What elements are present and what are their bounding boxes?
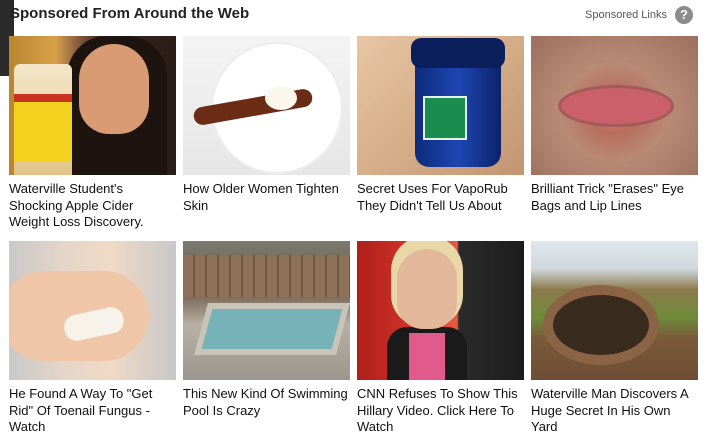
sponsored-card[interactable]: He Found A Way To "Get Rid" Of Toenail F…	[9, 241, 176, 436]
thumbnail-image[interactable]	[357, 241, 524, 380]
card-caption[interactable]: This New Kind Of Swimming Pool Is Crazy	[183, 386, 350, 419]
thumbnail-image[interactable]	[183, 241, 350, 380]
sponsored-card[interactable]: Waterville Man Discovers A Huge Secret I…	[531, 241, 698, 436]
sponsored-card[interactable]: Secret Uses For VapoRub They Didn't Tell…	[357, 36, 524, 214]
sponsored-links-link[interactable]: Sponsored Links	[585, 9, 667, 21]
card-caption[interactable]: Waterville Man Discovers A Huge Secret I…	[531, 386, 698, 436]
card-caption[interactable]: He Found A Way To "Get Rid" Of Toenail F…	[9, 386, 176, 436]
thumbnail-image[interactable]	[531, 36, 698, 175]
card-caption[interactable]: Waterville Student's Shocking Apple Cide…	[9, 181, 176, 231]
thumbnail-image[interactable]	[357, 36, 524, 175]
thumbnail-image[interactable]	[183, 36, 350, 175]
sponsored-card[interactable]: CNN Refuses To Show This Hillary Video. …	[357, 241, 524, 436]
header-right: Sponsored Links ?	[585, 5, 693, 25]
thumbnail-image[interactable]	[531, 241, 698, 380]
help-icon[interactable]: ?	[675, 6, 693, 24]
card-caption[interactable]: Secret Uses For VapoRub They Didn't Tell…	[357, 181, 524, 214]
sponsored-card[interactable]: This New Kind Of Swimming Pool Is Crazy	[183, 241, 350, 419]
widget-title: Sponsored From Around the Web	[10, 5, 250, 22]
card-caption[interactable]: How Older Women Tighten Skin	[183, 181, 350, 214]
sponsored-card[interactable]: How Older Women Tighten Skin	[183, 36, 350, 214]
thumbnail-image[interactable]	[9, 241, 176, 380]
sponsored-card[interactable]: Brilliant Trick "Erases" Eye Bags and Li…	[531, 36, 698, 214]
card-caption[interactable]: CNN Refuses To Show This Hillary Video. …	[357, 386, 524, 436]
widget-header: Sponsored From Around the Web Sponsored …	[10, 5, 693, 25]
card-caption[interactable]: Brilliant Trick "Erases" Eye Bags and Li…	[531, 181, 698, 214]
sponsored-card[interactable]: Waterville Student's Shocking Apple Cide…	[9, 36, 176, 231]
thumbnail-image[interactable]	[9, 36, 176, 175]
